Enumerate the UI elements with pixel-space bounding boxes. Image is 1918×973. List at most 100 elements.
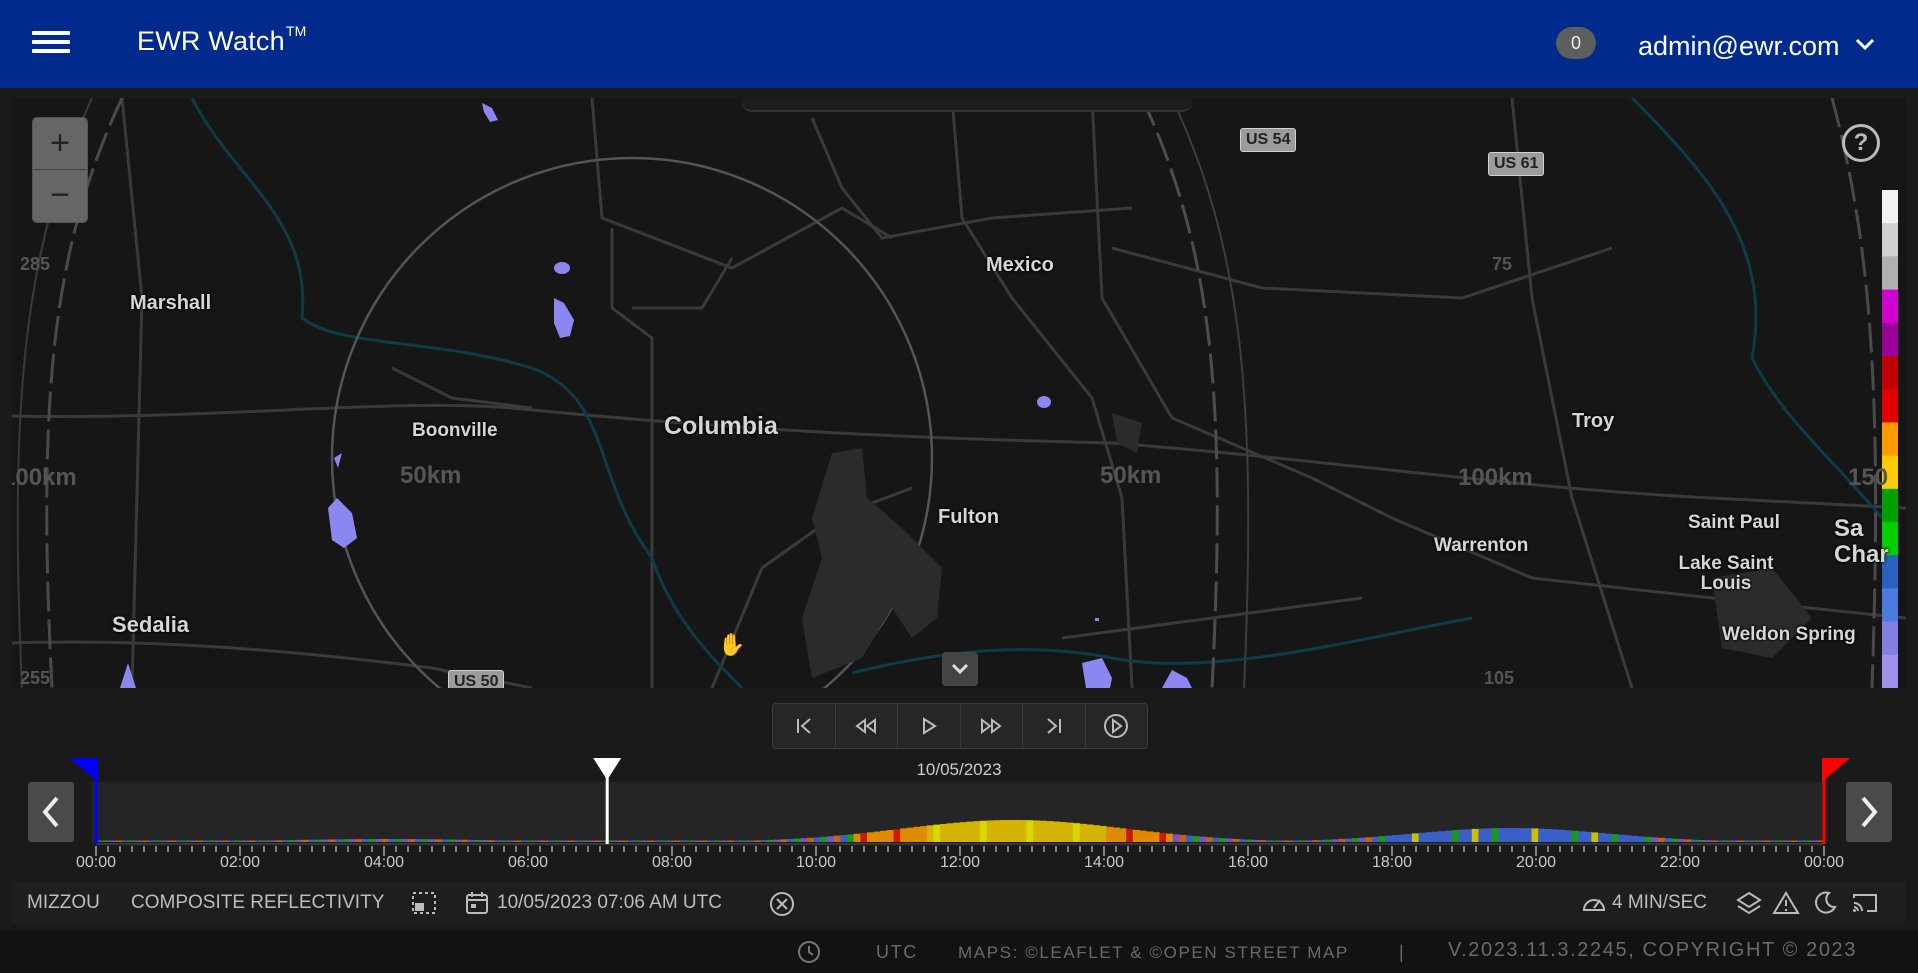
- image-select-icon[interactable]: [410, 890, 438, 922]
- activity-bar: [215, 840, 223, 842]
- activity-bar: [135, 840, 143, 842]
- map-top-handle[interactable]: [742, 98, 1192, 112]
- timeline-prev-button[interactable]: [28, 782, 74, 842]
- activity-bar: [547, 840, 555, 842]
- calendar-icon[interactable]: [464, 890, 490, 922]
- skip-to-end-button[interactable]: [1023, 704, 1086, 748]
- activity-bar: [1325, 839, 1333, 842]
- activity-bar: [1438, 831, 1446, 842]
- activity-bar: [999, 820, 1007, 842]
- range-ring-label: 50km: [1100, 462, 1162, 489]
- timezone-label[interactable]: UTC: [876, 942, 918, 963]
- activity-bar: [1279, 840, 1287, 842]
- activity-bar: [1531, 828, 1539, 842]
- activity-bar: [355, 839, 363, 842]
- activity-bar: [541, 840, 549, 842]
- warning-icon[interactable]: [1772, 890, 1800, 922]
- activity-bar: [1345, 838, 1353, 842]
- step-forward-button[interactable]: [961, 704, 1023, 748]
- timeline-tick-label: 08:00: [651, 854, 693, 871]
- activity-bar: [1677, 839, 1685, 842]
- user-menu[interactable]: admin@ewr.com: [1638, 27, 1875, 62]
- activity-bar: [986, 820, 994, 842]
- activity-bar: [1385, 835, 1393, 842]
- chevron-right-icon: [1861, 796, 1878, 828]
- activity-bar: [707, 840, 715, 842]
- dark-mode-icon[interactable]: [1812, 890, 1838, 922]
- activity-bar: [129, 840, 137, 842]
- activity-bar: [195, 840, 203, 842]
- town-label: Warrenton: [1434, 535, 1529, 556]
- range-ring-label: 150: [1848, 464, 1889, 491]
- clock-icon[interactable]: [796, 939, 822, 970]
- activity-bar: [1498, 828, 1506, 842]
- radar-map[interactable]: + − ? Marshall Boonville Columbia Mexico…: [12, 98, 1906, 688]
- activity-bar: [282, 840, 290, 842]
- activity-bar: [1810, 840, 1818, 842]
- timeline-tick-label: 06:00: [507, 854, 549, 871]
- activity-bar: [1159, 832, 1167, 842]
- trademark-mark: TM: [285, 23, 307, 39]
- playback-speed[interactable]: 4 MIN/SEC: [1612, 892, 1707, 914]
- activity-bar: [1511, 828, 1519, 842]
- activity-bar: [1405, 833, 1413, 842]
- activity-bar: [182, 840, 190, 842]
- activity-bar: [1392, 835, 1400, 842]
- clear-datetime-icon[interactable]: [768, 890, 796, 924]
- radar-site[interactable]: MIZZOU: [27, 892, 100, 914]
- step-back-button[interactable]: [836, 704, 898, 748]
- activity-bar: [1770, 840, 1778, 842]
- collapse-panel-button[interactable]: [942, 652, 978, 686]
- play-button[interactable]: [898, 704, 961, 748]
- notification-badge[interactable]: 0: [1556, 27, 1596, 59]
- activity-bar: [800, 838, 808, 842]
- timeline: 10/05/2023 00:00 02:00 04:00 06:00 08:00 10:0…: [0, 752, 1918, 882]
- activity-bar: [1132, 829, 1140, 842]
- activity-bar: [1019, 820, 1027, 842]
- highway-shield: US 54: [1240, 128, 1297, 152]
- activity-bar: [594, 840, 602, 842]
- activity-bar: [175, 840, 183, 842]
- skip-to-start-button[interactable]: [773, 704, 836, 748]
- activity-bar: [979, 820, 987, 842]
- activity-bar: [587, 840, 595, 842]
- speedometer-icon[interactable]: [1580, 890, 1608, 924]
- activity-bar: [401, 839, 409, 842]
- activity-bar: [554, 840, 562, 842]
- activity-bar: [1239, 839, 1247, 842]
- activity-bar: [335, 839, 343, 842]
- legend-swatch: [1882, 654, 1898, 688]
- activity-bar: [647, 840, 655, 842]
- activity-bar: [474, 839, 482, 842]
- activity-bar: [933, 824, 941, 842]
- activity-bar: [1318, 839, 1326, 842]
- activity-bar: [308, 839, 316, 842]
- zoom-out-button[interactable]: −: [33, 170, 87, 222]
- activity-bar: [1411, 833, 1419, 842]
- activity-bar: [1478, 828, 1486, 842]
- town-label: Mexico: [986, 254, 1054, 276]
- layers-icon[interactable]: [1736, 890, 1762, 924]
- loop-button[interactable]: [1086, 704, 1148, 748]
- zoom-in-button[interactable]: +: [33, 118, 87, 170]
- activity-bar: [494, 840, 502, 842]
- activity-bar: [428, 839, 436, 842]
- help-icon[interactable]: ?: [1842, 124, 1880, 162]
- activity-bar: [1013, 820, 1021, 842]
- activity-bar: [1365, 837, 1373, 842]
- timeline-tick-label: 20:00: [1515, 854, 1557, 871]
- activity-bar: [660, 840, 668, 842]
- activity-bar: [1172, 834, 1180, 842]
- hamburger-menu-icon[interactable]: [28, 26, 74, 62]
- timeline-next-button[interactable]: [1846, 782, 1892, 842]
- radar-product[interactable]: COMPOSITE REFLECTIVITY: [131, 892, 384, 914]
- activity-bar: [1139, 830, 1147, 842]
- activity-bar: [1717, 840, 1725, 842]
- activity-bar: [448, 839, 456, 842]
- current-datetime[interactable]: 10/05/2023 07:06 AM UTC: [497, 892, 722, 914]
- cast-icon[interactable]: [1850, 890, 1880, 922]
- activity-bar: [415, 839, 423, 842]
- activity-bar: [1066, 822, 1074, 842]
- activity-bar: [395, 839, 403, 842]
- activity-bar: [1192, 836, 1200, 842]
